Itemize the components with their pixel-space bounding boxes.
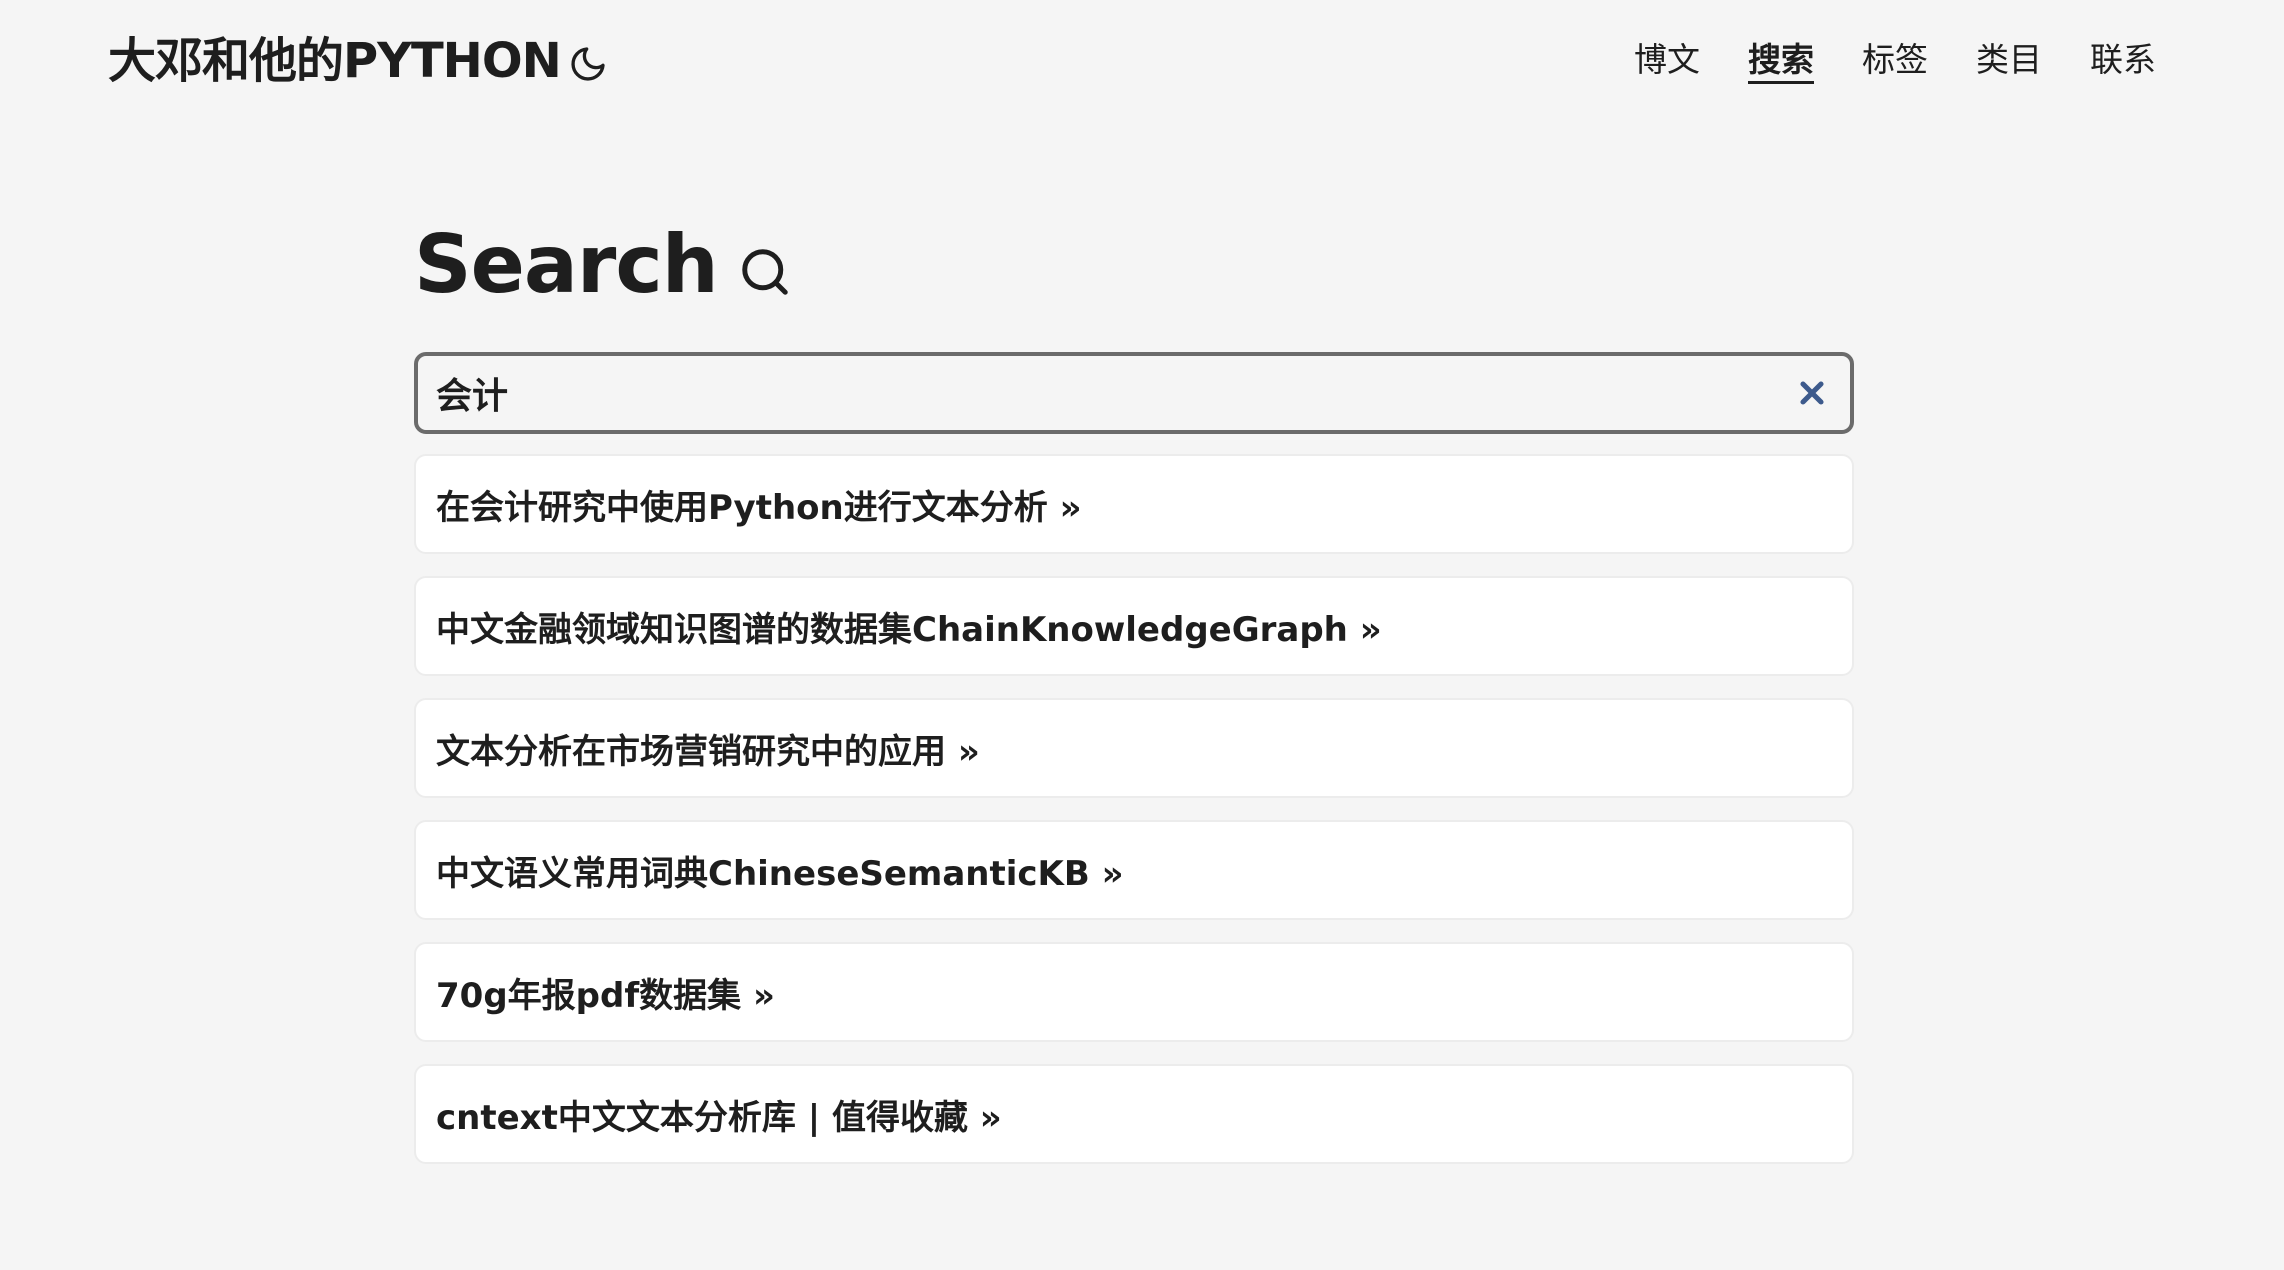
result-title: 中文金融领域知识图谱的数据集ChainKnowledgeGraph » bbox=[436, 609, 1382, 650]
moon-icon[interactable] bbox=[568, 44, 608, 84]
main-content: Search 在会计研究中使用Python进行文本分析 » 中文金融领域知识图谱… bbox=[414, 210, 1854, 1186]
nav-item-tags[interactable]: 标签 bbox=[1862, 34, 1928, 86]
list-item[interactable]: 中文语义常用词典ChineseSemanticKB » bbox=[414, 820, 1854, 920]
result-title: 在会计研究中使用Python进行文本分析 » bbox=[436, 487, 1082, 528]
result-title: 中文语义常用词典ChineseSemanticKB » bbox=[436, 853, 1124, 894]
search-box bbox=[414, 352, 1854, 434]
site-header: 大邓和他的PYTHON 博文 搜索 标签 类目 联系 bbox=[0, 0, 2284, 124]
nav-item-contact[interactable]: 联系 bbox=[2090, 34, 2156, 86]
list-item[interactable]: 文本分析在市场营销研究中的应用 » bbox=[414, 698, 1854, 798]
list-item[interactable]: 在会计研究中使用Python进行文本分析 » bbox=[414, 454, 1854, 554]
search-results: 在会计研究中使用Python进行文本分析 » 中文金融领域知识图谱的数据集Cha… bbox=[414, 454, 1854, 1164]
search-input[interactable] bbox=[418, 356, 1850, 430]
close-icon[interactable] bbox=[1794, 375, 1830, 411]
page-title: Search bbox=[414, 210, 1854, 320]
list-item[interactable]: cntext中文文本分析库 | 值得收藏 » bbox=[414, 1064, 1854, 1164]
result-title: 文本分析在市场营销研究中的应用 » bbox=[436, 731, 980, 772]
list-item[interactable]: 中文金融领域知识图谱的数据集ChainKnowledgeGraph » bbox=[414, 576, 1854, 676]
result-title: 70g年报pdf数据集 » bbox=[436, 975, 775, 1016]
nav-item-categories[interactable]: 类目 bbox=[1976, 34, 2042, 86]
site-logo[interactable]: 大邓和他的PYTHON bbox=[108, 28, 562, 94]
main-nav: 博文 搜索 标签 类目 联系 bbox=[1586, 34, 2156, 86]
result-title: cntext中文文本分析库 | 值得收藏 » bbox=[436, 1097, 1002, 1138]
list-item[interactable]: 70g年报pdf数据集 » bbox=[414, 942, 1854, 1042]
nav-item-posts[interactable]: 博文 bbox=[1634, 34, 1700, 86]
page-heading: Search bbox=[414, 218, 719, 311]
nav-item-search[interactable]: 搜索 bbox=[1748, 34, 1814, 86]
search-icon bbox=[738, 245, 792, 299]
